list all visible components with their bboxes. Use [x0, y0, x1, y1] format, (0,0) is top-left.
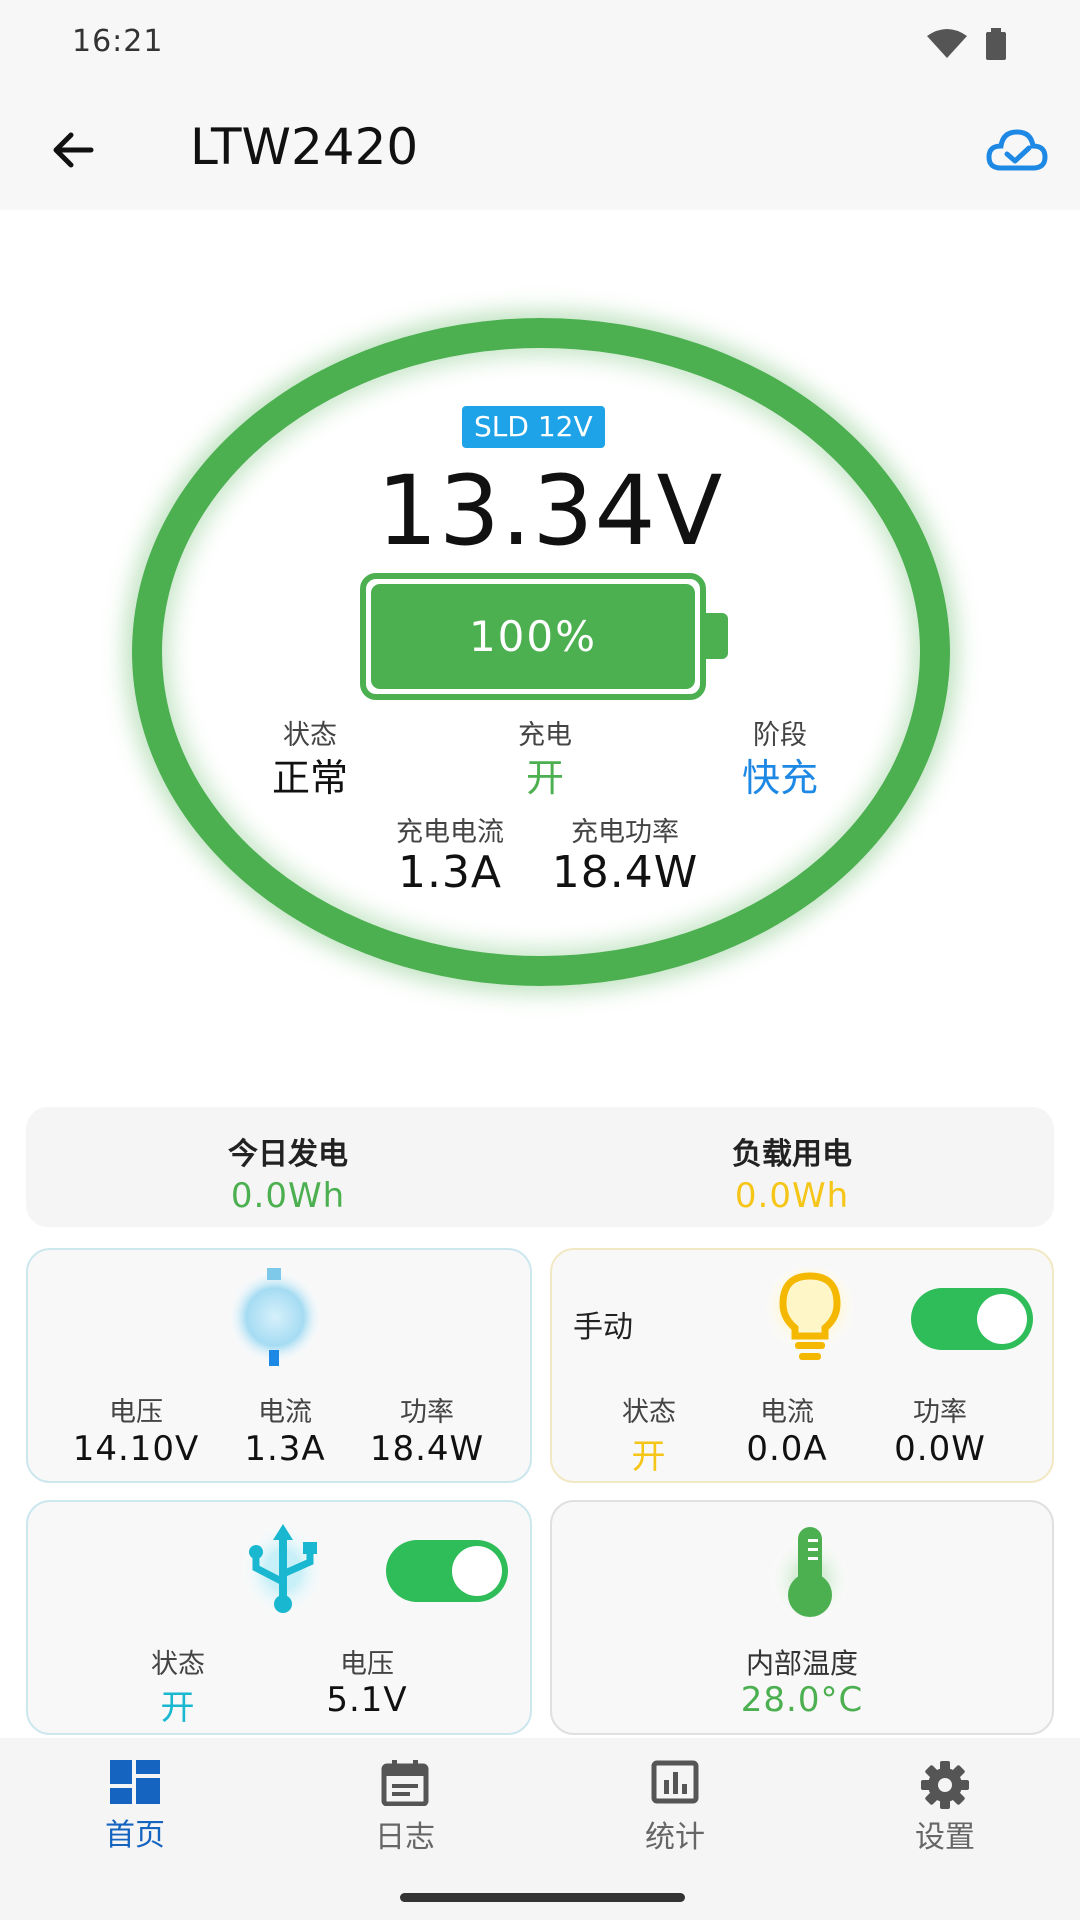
battery-voltage: 13.34V [376, 455, 724, 567]
generation-label: 今日发电 [228, 1137, 348, 1172]
charge-current-label: 充电电流 [396, 817, 504, 848]
load-usage-label: 负载用电 [732, 1137, 852, 1172]
gear-icon [845, 1760, 1045, 1812]
load-toggle[interactable] [911, 1288, 1033, 1350]
load-mode-label: 手动 [573, 1310, 633, 1345]
battery-level-indicator: 100% [360, 573, 706, 700]
generation-value: 0.0Wh [230, 1176, 346, 1216]
solar-power-value: 18.4W [369, 1429, 485, 1469]
lightbulb-icon [765, 1266, 855, 1366]
usb-voltage-label: 电压 [340, 1649, 394, 1680]
temperature-value: 28.0°C [740, 1680, 864, 1720]
usb-status-value: 开 [160, 1688, 196, 1728]
status-value: 正常 [271, 756, 348, 800]
nav-settings[interactable]: 设置 [845, 1760, 1045, 1856]
calendar-icon [305, 1760, 505, 1812]
usb-icon [240, 1518, 326, 1618]
charge-power-label: 充电功率 [571, 817, 679, 848]
battery-percent: 100% [371, 584, 695, 689]
app-bar [0, 90, 1080, 210]
battery-model-badge: SLD 12V [462, 406, 605, 448]
nav-log-label: 日志 [375, 1820, 435, 1855]
bar-chart-icon [575, 1760, 775, 1812]
solar-current-value: 1.3A [244, 1429, 326, 1469]
solar-voltage-label: 电压 [109, 1397, 163, 1428]
load-current-value: 0.0A [746, 1429, 828, 1469]
nav-stats[interactable]: 统计 [575, 1760, 775, 1856]
load-status-value: 开 [631, 1437, 667, 1477]
arrow-left-icon[interactable] [45, 120, 105, 180]
nav-log[interactable]: 日志 [305, 1760, 505, 1856]
wifi-icon [925, 28, 969, 64]
load-power-label: 功率 [913, 1397, 967, 1428]
load-status-label: 状态 [622, 1397, 676, 1428]
usb-status-label: 状态 [151, 1649, 205, 1680]
charge-current-value: 1.3A [397, 847, 503, 898]
battery-terminal [706, 613, 728, 659]
nav-stats-label: 统计 [645, 1820, 705, 1855]
stage-value: 快充 [741, 756, 818, 800]
load-power-value: 0.0W [894, 1429, 986, 1469]
status-time: 16:21 [72, 24, 164, 59]
usb-voltage-value: 5.1V [326, 1680, 408, 1720]
battery-icon [985, 28, 1007, 64]
home-indicator[interactable] [400, 1893, 685, 1902]
cloud-check-icon[interactable] [985, 124, 1049, 178]
page-title: LTW2420 [190, 118, 419, 176]
nav-home[interactable]: 首页 [35, 1760, 235, 1854]
temperature-label: 内部温度 [745, 1647, 858, 1680]
solar-power-label: 功率 [400, 1397, 454, 1428]
solar-voltage-value: 14.10V [72, 1429, 200, 1469]
nav-settings-label: 设置 [915, 1820, 975, 1855]
nav-home-label: 首页 [105, 1818, 165, 1853]
charge-power-value: 18.4W [551, 847, 699, 898]
dashboard-icon [35, 1760, 235, 1810]
solar-current-label: 电流 [258, 1397, 312, 1428]
thermometer-icon [768, 1515, 852, 1623]
load-current-label: 电流 [760, 1397, 814, 1428]
usb-toggle[interactable] [386, 1540, 508, 1602]
solar-panel-icon [225, 1262, 325, 1370]
charging-value: 开 [525, 756, 564, 800]
load-usage-value: 0.0Wh [734, 1176, 850, 1216]
